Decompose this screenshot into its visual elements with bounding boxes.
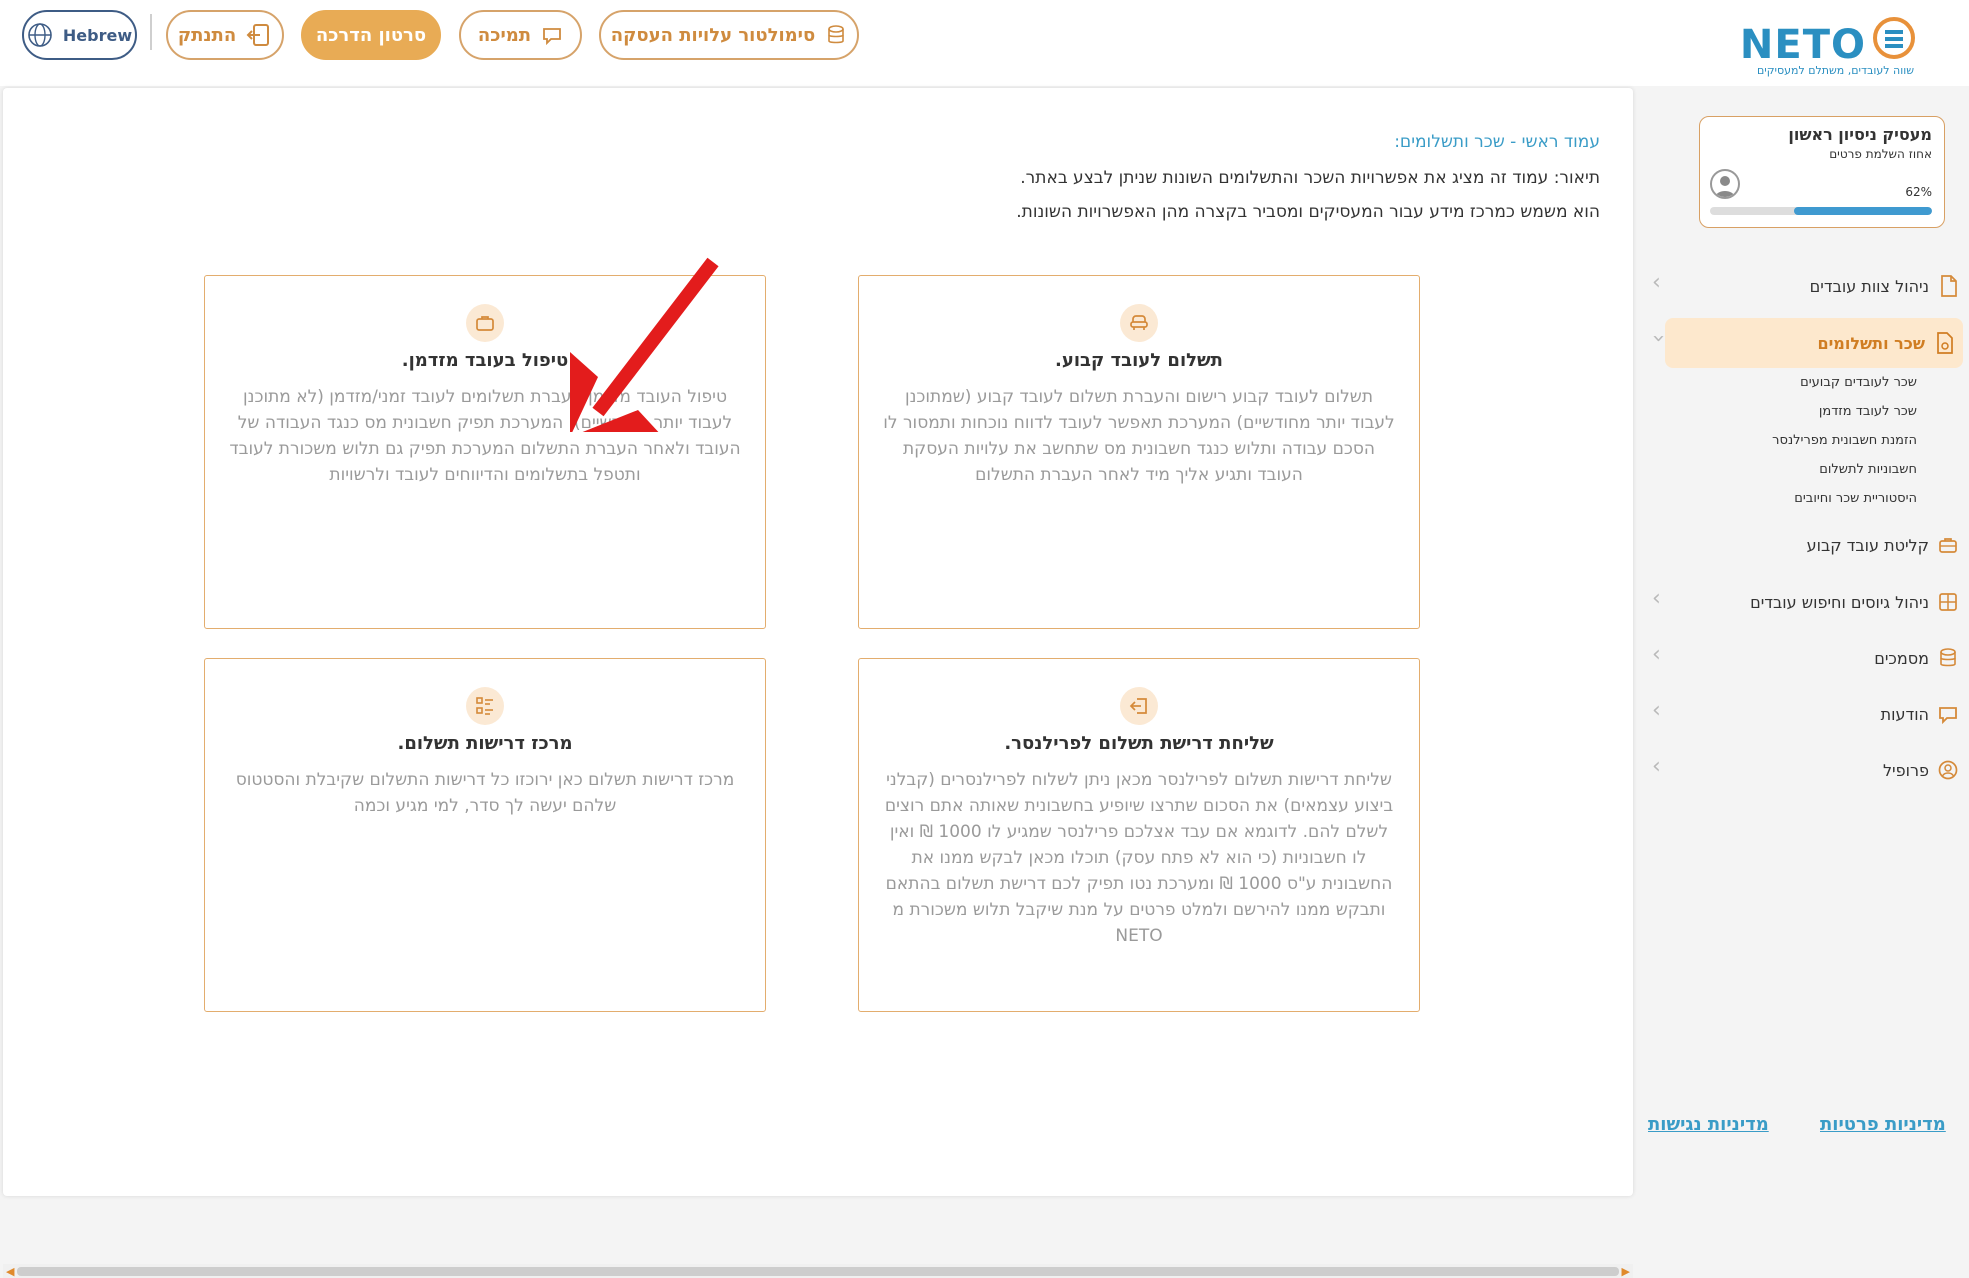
support-label: תמיכה <box>477 24 532 46</box>
chevron-down-icon[interactable]: ‹ <box>1646 334 1671 343</box>
login-box-icon <box>1120 687 1158 725</box>
chevron-left-icon[interactable]: ‹ <box>1652 586 1661 611</box>
sidebar-item-label: פרופיל <box>1882 760 1929 780</box>
privacy-policy-link[interactable]: מדיניות פרטיות <box>1820 1114 1946 1135</box>
sidebar-item-label: שכר ותשלומים <box>1817 333 1925 353</box>
employer-profile-card[interactable]: מעסיק ניסיון ראשון אחוז השלמת פרטים 62% <box>1699 116 1945 228</box>
sidebar-item-payroll[interactable]: שכר ותשלומים <box>1665 318 1963 368</box>
sidebar-item-label: הודעות <box>1880 704 1929 724</box>
horizontal-scrollbar[interactable]: ◀ ▶ <box>3 1264 1633 1278</box>
grid-plus-icon <box>1939 593 1957 611</box>
hiring-cost-simulator-button[interactable]: סימולטור עלויות העסקה <box>599 10 859 60</box>
scrollbar-thumb[interactable] <box>17 1267 1619 1276</box>
sidebar-item-label: ניהול צוות עובדים <box>1809 276 1929 296</box>
sidebar-item-onboard-employee[interactable]: קליטת עובד קבוע <box>1807 527 1959 563</box>
annotation-arrow <box>570 257 719 432</box>
sidebar-item-team-management[interactable]: ניהול צוות עובדים <box>1810 268 1959 304</box>
card-description: תשלום לעובד קבוע רישום והעברת תשלום לעוב… <box>883 387 1395 485</box>
submenu-item-salary-history[interactable]: היסטוריית שכר וחיובים <box>1794 491 1917 506</box>
completion-label: אחוז השלמת פרטים <box>1829 147 1932 161</box>
language-button[interactable]: Hebrew <box>22 10 137 60</box>
card-freelancer-payment-request[interactable]: שליחת דרישת תשלום לפרילנסר. שליחת דרישות… <box>858 658 1420 1012</box>
submenu-item-invoices-to-pay[interactable]: חשבוניות לתשלום <box>1819 462 1917 477</box>
database-icon <box>828 25 845 44</box>
sidebar-item-documents[interactable]: מסמכים <box>1874 640 1959 676</box>
user-circle-icon <box>1938 760 1958 780</box>
document-icon <box>1941 275 1957 297</box>
chat-icon <box>1939 707 1957 725</box>
avatar[interactable] <box>1710 169 1740 199</box>
card-title: שליחת דרישת תשלום לפרילנסר. <box>1004 733 1274 754</box>
submenu-item-permanent-salary[interactable]: שכר לעובדים קבועים <box>1800 375 1917 390</box>
sidebar-item-label: מסמכים <box>1874 648 1929 668</box>
briefcase-icon <box>466 304 504 342</box>
language-label: Hebrew <box>62 25 133 45</box>
card-title: מרכז דרישות תשלום. <box>397 733 573 754</box>
globe-icon <box>28 23 52 47</box>
logout-label: התנתק <box>177 24 237 46</box>
top-bar-divider <box>150 14 152 50</box>
scroll-left-arrow-icon[interactable]: ◀ <box>6 1265 14 1278</box>
support-button[interactable]: תמיכה <box>459 10 582 60</box>
logo-wordmark: NETO <box>1739 22 1866 68</box>
payroll-document-icon <box>1937 332 1953 354</box>
card-description: מרכז דרישות תשלום כאן ירוכזו כל דרישות ה… <box>235 770 735 816</box>
scroll-right-arrow-icon[interactable]: ▶ <box>1622 1265 1630 1278</box>
submenu-item-casual-salary[interactable]: שכר לעובד מזדמן <box>1819 404 1917 419</box>
simulator-label: סימולטור עלויות העסקה <box>610 24 816 46</box>
card-payment-requests-center[interactable]: מרכז דרישות תשלום. מרכז דרישות תשלום כאן… <box>204 658 766 1012</box>
logout-icon <box>246 24 270 46</box>
sidebar-item-label: קליטת עובד קבוע <box>1806 535 1929 555</box>
sidebar-item-profile[interactable]: פרופיל <box>1883 752 1959 788</box>
card-description: שליחת דרישות תשלום לפרילנסר מכאן ניתן לש… <box>884 770 1394 946</box>
sidebar-item-recruitment[interactable]: ניהול גיוסים וחיפוש עובדים <box>1750 584 1959 620</box>
chevron-left-icon[interactable]: ‹ <box>1652 754 1661 779</box>
top-bar: Hebrew התנתק סרטון הדרכה תמיכה סימולטור … <box>0 0 1969 86</box>
tutorial-label: סרטון הדרכה <box>315 24 427 46</box>
accessibility-policy-link[interactable]: מדיניות נגישות <box>1648 1114 1769 1135</box>
logo-icon <box>1873 17 1915 59</box>
logout-button[interactable]: התנתק <box>166 10 284 60</box>
neto-logo[interactable]: NETO שווה לעובדים, משתלם למעסיקים <box>1740 12 1922 78</box>
completion-progress-bar <box>1710 207 1932 215</box>
submenu-item-freelancer-invoice[interactable]: הזמנת חשבונית מפרילנסר <box>1772 433 1917 448</box>
armchair-icon <box>1120 304 1158 342</box>
briefcase-icon <box>1939 538 1957 553</box>
logo-tagline: שווה לעובדים, משתלם למעסיקים <box>1756 64 1914 77</box>
page-description-line-2: הוא משמש כמרכז מידע עבור המעסיקים ומסביר… <box>1016 202 1600 222</box>
main-content-panel: עמוד ראשי - שכר ותשלומים: תיאור: עמוד זה… <box>3 88 1633 1278</box>
sidebar-item-label: ניהול גיוסים וחיפוש עובדים <box>1750 592 1929 612</box>
database-icon <box>1940 648 1956 667</box>
chevron-left-icon[interactable]: ‹ <box>1652 642 1661 667</box>
card-permanent-employee-payment[interactable]: תשלום לעובד קבוע. תשלום לעובד קבוע רישום… <box>858 275 1420 629</box>
checklist-icon <box>466 687 504 725</box>
completion-progress-fill <box>1794 207 1932 215</box>
employer-name: מעסיק ניסיון ראשון <box>1788 125 1932 144</box>
tutorial-video-button[interactable]: סרטון הדרכה <box>301 10 441 60</box>
completion-percent: 62% <box>1905 185 1932 199</box>
page-description-line-1: תיאור: עמוד זה מציג את אפשרויות השכר והת… <box>1020 168 1600 188</box>
chevron-left-icon[interactable]: ‹ <box>1652 698 1661 723</box>
chat-icon <box>543 28 561 46</box>
breadcrumb: עמוד ראשי - שכר ותשלומים: <box>1394 132 1600 152</box>
card-title: תשלום לעובד קבוע. <box>1055 350 1223 371</box>
sidebar-item-messages[interactable]: הודעות <box>1881 696 1959 732</box>
chevron-left-icon[interactable]: ‹ <box>1652 270 1661 295</box>
